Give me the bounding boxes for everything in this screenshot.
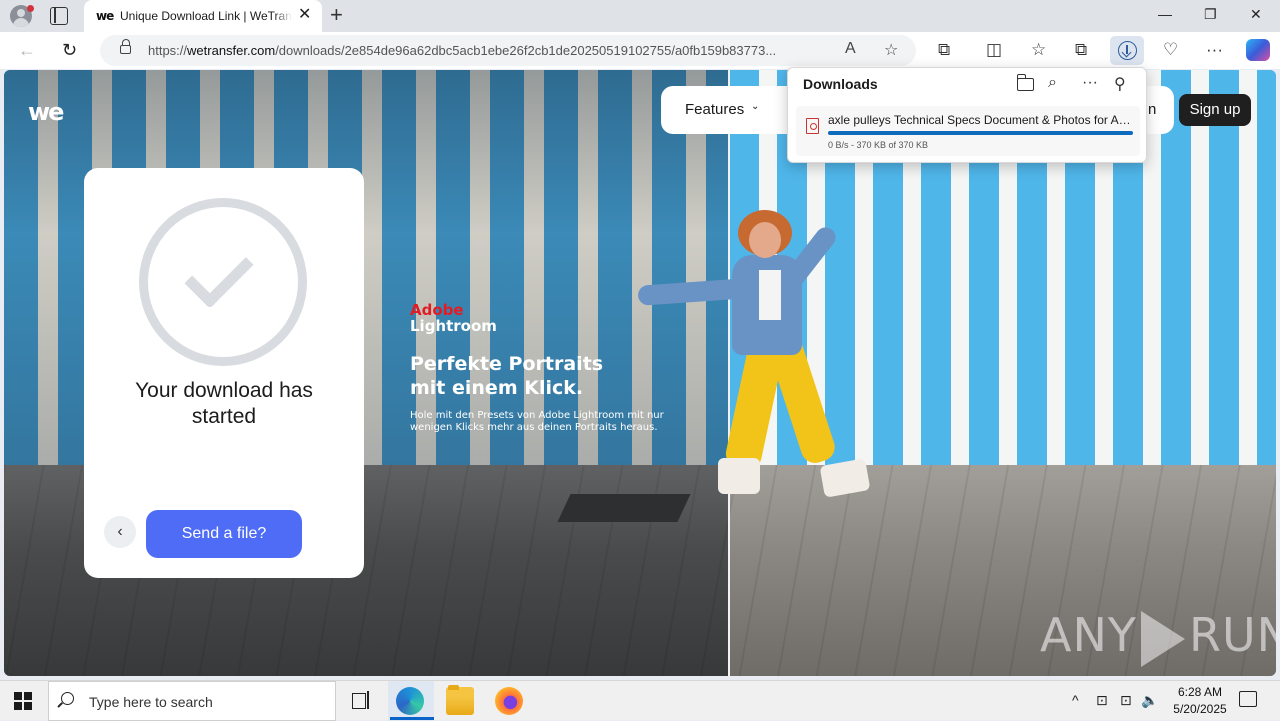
before-after-divider [728, 70, 730, 676]
adobe-wordmark: Adobe [410, 301, 464, 319]
tab-actions-icon[interactable] [50, 7, 68, 25]
login-link[interactable]: n [1148, 101, 1156, 118]
clock-date: 5/20/2025 [1173, 702, 1227, 716]
anyrun-watermark: ANY RUN [1040, 608, 1276, 667]
open-folder-icon[interactable] [1016, 74, 1034, 91]
chevron-down-icon: ⌄ [751, 101, 760, 112]
new-tab-button[interactable]: + [330, 3, 343, 27]
downloads-button[interactable] [1110, 36, 1144, 65]
network-icon[interactable]: ⊡ [1096, 692, 1108, 709]
adobe-lightroom-logo[interactable]: Adobe Lightroom [410, 302, 497, 334]
roller-skate-left [718, 458, 760, 494]
tray-overflow-chevron-icon[interactable]: ^ [1072, 692, 1079, 708]
volume-icon[interactable]: 🔈 [1141, 692, 1158, 709]
collections-icon[interactable]: ⧉ [1075, 40, 1087, 60]
favorites-icon[interactable]: ☆ [1031, 40, 1046, 60]
search-icon [61, 692, 74, 705]
tab-strip: we Unique Download Link | WeTransfer ✕ +… [0, 0, 1280, 32]
lightroom-wordmark: Lightroom [410, 317, 497, 335]
read-aloud-icon[interactable]: A [845, 40, 856, 58]
taskbar-search-box[interactable]: Type here to search [48, 681, 336, 721]
skater-shirt [759, 270, 781, 320]
pin-icon[interactable]: ⚲ [1114, 74, 1126, 94]
lock-icon[interactable] [120, 39, 131, 54]
download-status-card: Your download has started ‹ Send a file? [84, 168, 364, 578]
back-arrow-button[interactable]: ‹ [104, 516, 136, 548]
browser-toolbar: ← ↻ https://wetransfer.com/downloads/2e8… [0, 32, 1280, 69]
refresh-button[interactable]: ↻ [62, 39, 77, 61]
task-view-icon[interactable] [348, 687, 376, 715]
back-button[interactable]: ← [18, 39, 36, 61]
start-windows-icon[interactable] [14, 692, 32, 710]
download-item[interactable]: axle pulleys Technical Specs Document & … [796, 106, 1140, 156]
extensions-icon[interactable]: ⧉ [938, 40, 950, 60]
watermark-right-text: RUN [1188, 608, 1276, 662]
wetransfer-favicon-icon: we [96, 9, 114, 23]
download-progress-fill [828, 131, 1133, 135]
tab-close-icon[interactable]: ✕ [298, 6, 311, 24]
split-screen-icon[interactable]: ◫ [986, 40, 1002, 60]
edge-browser-icon[interactable] [396, 687, 424, 715]
close-window-button[interactable]: ✕ [1250, 6, 1262, 23]
play-icon [1140, 610, 1185, 667]
browser-essentials-icon[interactable]: ♡ [1163, 40, 1178, 60]
download-icon [1118, 41, 1137, 60]
clock-time: 6:28 AM [1177, 685, 1223, 699]
skater-face [749, 222, 781, 258]
send-a-file-button[interactable]: Send a file? [146, 510, 302, 558]
downloads-panel: Downloads ⌕ ··· ⚲ axle pulleys Technical… [787, 67, 1147, 163]
windows-taskbar: Type here to search ^ ⊡ ⊡ 🔈 6:28 AM 5/20… [0, 680, 1280, 721]
file-explorer-icon[interactable] [446, 685, 474, 715]
pdf-file-icon [806, 118, 819, 134]
minimize-button[interactable]: — [1158, 6, 1172, 22]
more-options-icon[interactable]: ··· [1082, 74, 1098, 92]
restore-button[interactable]: ❐ [1204, 6, 1217, 23]
download-progress-bar [828, 131, 1133, 135]
watermark-left-text: ANY [1040, 608, 1137, 662]
ad-body-text: Hole mit den Presets von Adobe Lightroom… [410, 410, 664, 433]
sign-up-button[interactable]: Sign up [1179, 94, 1251, 126]
downloads-panel-title: Downloads [803, 76, 878, 92]
network-icon-2[interactable]: ⊡ [1120, 692, 1132, 709]
download-file-name[interactable]: axle pulleys Technical Specs Document & … [828, 113, 1134, 127]
firefox-icon[interactable] [495, 687, 523, 715]
tab-title: Unique Download Link | WeTransfer [120, 9, 292, 23]
system-clock[interactable]: 6:28 AM 5/20/2025 [1160, 684, 1240, 718]
copilot-icon[interactable] [1246, 39, 1270, 61]
download-started-title: Your download has started [135, 379, 313, 428]
settings-more-icon[interactable]: ··· [1206, 40, 1223, 60]
download-status-text: 0 B/s - 370 KB of 370 KB [828, 140, 929, 150]
features-menu[interactable]: Features [685, 101, 744, 118]
checkmark-icon [184, 239, 254, 309]
favorite-star-icon[interactable]: ☆ [884, 40, 898, 60]
url-text[interactable]: https://wetransfer.com/downloads/2e854de… [148, 43, 838, 58]
notification-dot [27, 5, 34, 12]
taskbar-search-placeholder: Type here to search [89, 694, 213, 710]
active-tab[interactable]: we Unique Download Link | WeTransfer ✕ [84, 0, 322, 32]
ad-headline: Perfekte Portraits mit einem Klick. [410, 353, 604, 399]
search-icon[interactable]: ⌕ [1048, 74, 1057, 92]
notification-center-icon[interactable] [1239, 691, 1257, 707]
check-circle-icon [139, 198, 307, 366]
drain-grate [557, 494, 691, 522]
wetransfer-logo[interactable]: we [28, 98, 64, 126]
address-bar[interactable]: https://wetransfer.com/downloads/2e854de… [100, 35, 916, 66]
